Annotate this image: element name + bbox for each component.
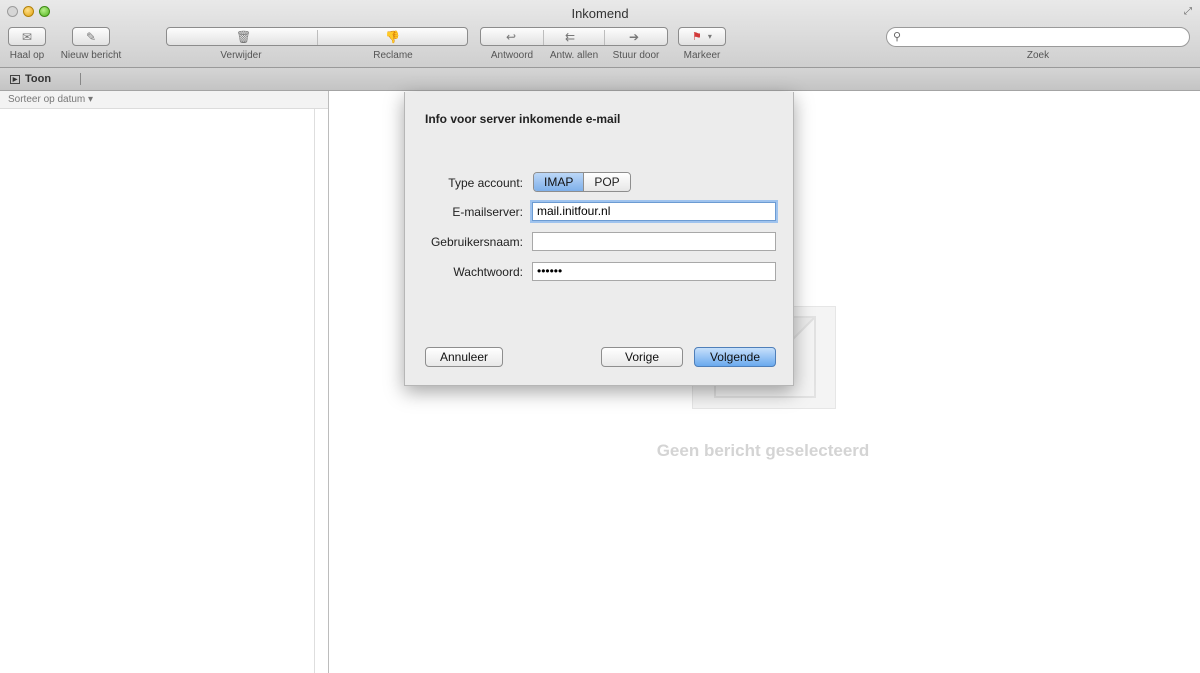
window-title: Inkomend [571, 6, 629, 21]
forward-label: Stuur door [612, 50, 660, 61]
pop-option[interactable]: POP [584, 173, 630, 191]
sidebar-toggle-icon: ▶ [10, 74, 20, 84]
chevron-down-icon: ▾ [707, 32, 712, 41]
sort-by-date-menu[interactable]: Sorteer op datum ▾ [0, 91, 328, 109]
reply-icon[interactable]: ↩ [506, 30, 516, 44]
window-toolbar: Inkomend ⤢ ✉ Haal op ✎ Nieuw bericht 🗑 👎… [0, 0, 1200, 68]
envelope-icon: ✉ [21, 29, 33, 44]
trash-icon[interactable]: 🗑 [236, 30, 251, 44]
new-message-label: Nieuw bericht [60, 50, 122, 61]
password-label: Wachtwoord: [453, 265, 523, 279]
list-scrollbar[interactable] [314, 109, 315, 673]
back-button[interactable]: Vorige [601, 347, 683, 367]
fullscreen-icon[interactable]: ⤢ [1184, 6, 1192, 17]
password-field[interactable]: •••••• [532, 262, 776, 281]
reply-group: ↩ ⇇ ➔ [480, 27, 668, 46]
segment-divider [543, 30, 544, 45]
username-label: Gebruikersnaam: [430, 235, 523, 249]
imap-option[interactable]: IMAP [534, 173, 585, 191]
compose-icon: ✎ [85, 29, 97, 44]
reply-all-icon[interactable]: ⇇ [565, 30, 575, 44]
show-mailboxes-button[interactable]: ▶ Toon [10, 73, 51, 85]
incoming-server-sheet: Info voor server inkomende e-mail Type a… [404, 92, 794, 386]
mail-server-field[interactable]: mail.initfour.nl [532, 202, 776, 221]
search-icon: ⚲ [893, 31, 902, 43]
flag-icon: ⚑ [692, 31, 702, 43]
forward-icon[interactable]: ➔ [629, 30, 639, 44]
get-mail-label: Haal op [9, 50, 45, 61]
no-message-selected-text: Geen bericht geselecteerd [656, 441, 870, 460]
divider [80, 73, 81, 85]
show-label: Toon [25, 73, 52, 85]
new-message-button[interactable]: ✎ [72, 27, 110, 46]
account-type-segmented-control: IMAP POP [533, 172, 631, 192]
cancel-button[interactable]: Annuleer [425, 347, 503, 367]
junk-label: Reclame [373, 50, 413, 61]
mail-server-label: E-mailserver: [452, 205, 523, 219]
search-label: Zoek [1026, 50, 1050, 61]
flag-button[interactable]: ⚑ ▾ [678, 27, 726, 46]
sheet-title: Info voor server inkomende e-mail [425, 112, 621, 126]
segment-divider [604, 30, 605, 45]
reply-all-label: Antw. allen [549, 50, 599, 61]
segment-divider [317, 30, 318, 45]
reply-label: Antwoord [490, 50, 534, 61]
search-field[interactable]: ⚲ [886, 27, 1190, 47]
delete-label: Verwijder [220, 50, 262, 61]
flag-label: Markeer [683, 50, 721, 61]
next-button[interactable]: Volgende [694, 347, 776, 367]
message-list: Sorteer op datum ▾ [0, 91, 329, 673]
account-type-label: Type account: [448, 176, 523, 190]
thumbs-down-icon[interactable]: 👎 [385, 30, 400, 44]
username-field[interactable] [532, 232, 776, 251]
get-mail-button[interactable]: ✉ [8, 27, 46, 46]
favorites-bar: ▶ Toon [0, 68, 1200, 91]
